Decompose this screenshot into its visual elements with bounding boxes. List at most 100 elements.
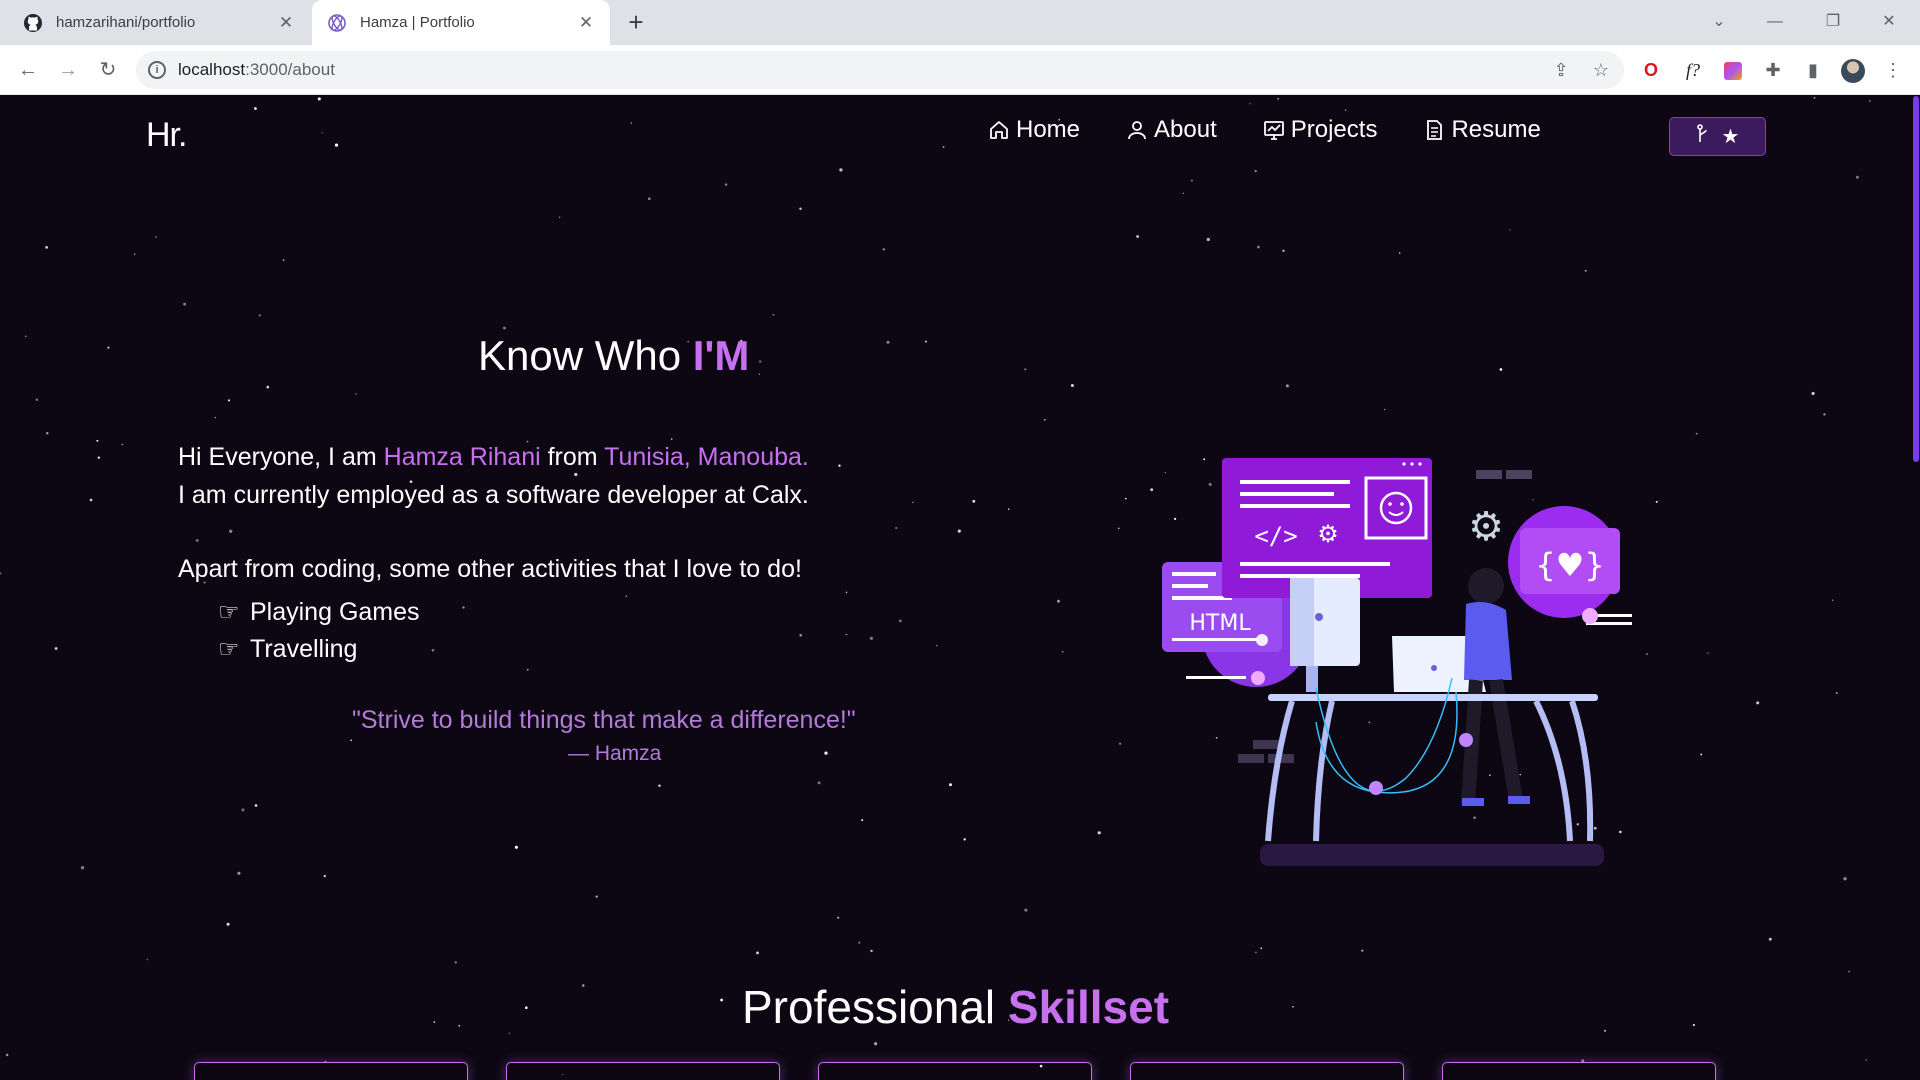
star-dot bbox=[1260, 947, 1263, 950]
author-location: Tunisia, Manouba. bbox=[604, 443, 809, 471]
star-dot bbox=[237, 871, 241, 875]
bookmark-star-icon[interactable]: ☆ bbox=[1588, 57, 1614, 83]
star-dot bbox=[462, 606, 465, 609]
tab-search-icon[interactable]: ⌄ bbox=[1696, 6, 1742, 38]
browser-tab-github[interactable]: hamzarihani/portfolio ✕ bbox=[8, 0, 310, 45]
star-dot bbox=[1007, 508, 1010, 510]
about-heading: Know Who I'M bbox=[478, 332, 749, 380]
github-fork-button[interactable]: ★ bbox=[1669, 117, 1766, 156]
nav-about[interactable]: About bbox=[1126, 116, 1217, 144]
skill-card[interactable] bbox=[818, 1062, 1092, 1080]
back-icon[interactable]: ← bbox=[12, 54, 44, 86]
close-tab-icon[interactable]: ✕ bbox=[576, 13, 596, 33]
job-line: I am currently employed as a software de… bbox=[178, 481, 809, 509]
nav-home-label: Home bbox=[1016, 116, 1081, 143]
star-dot bbox=[912, 501, 914, 504]
new-tab-button[interactable]: + bbox=[622, 9, 650, 37]
site-info-icon[interactable]: i bbox=[148, 61, 166, 79]
nav-projects-label: Projects bbox=[1290, 116, 1378, 143]
nav-home[interactable]: Home bbox=[988, 116, 1080, 144]
forward-icon[interactable]: → bbox=[52, 54, 84, 86]
main-navigation: Home About Projects Resume bbox=[988, 116, 1587, 144]
address-bar[interactable]: i localhost:3000/about bbox=[136, 51, 1624, 89]
star-dot bbox=[625, 595, 627, 597]
star-dot bbox=[1831, 599, 1834, 601]
star-dot bbox=[1695, 432, 1698, 435]
menu-kebab-icon[interactable]: ⋮ bbox=[1880, 57, 1906, 83]
side-panel-icon[interactable]: ▮ bbox=[1800, 57, 1826, 83]
star-dot bbox=[839, 168, 843, 172]
star-dot bbox=[935, 644, 938, 647]
html-label: HTML bbox=[1189, 611, 1251, 636]
site-logo[interactable]: Hr. bbox=[146, 116, 187, 155]
nav-projects[interactable]: Projects bbox=[1263, 116, 1378, 144]
hobby-label: Playing Games bbox=[250, 598, 420, 626]
font-extension-icon[interactable]: f? bbox=[1680, 57, 1706, 83]
star-dot bbox=[107, 346, 110, 349]
star-dot bbox=[1292, 1006, 1294, 1008]
desk-shadow bbox=[1260, 844, 1604, 866]
star-dot bbox=[837, 916, 840, 919]
star-dot bbox=[527, 668, 529, 671]
close-tab-icon[interactable]: ✕ bbox=[276, 13, 296, 33]
skill-card[interactable] bbox=[506, 1062, 780, 1080]
star-dot bbox=[882, 248, 885, 251]
star-dot bbox=[146, 958, 149, 961]
star-dot bbox=[924, 340, 928, 343]
star-dot bbox=[458, 1024, 461, 1027]
minimize-icon[interactable]: — bbox=[1752, 6, 1798, 38]
star-dot bbox=[1024, 368, 1027, 371]
decor-block bbox=[1253, 740, 1279, 749]
star-dot bbox=[454, 961, 457, 964]
star-dot bbox=[89, 498, 93, 502]
activities-intro: Apart from coding, some other activities… bbox=[178, 555, 802, 583]
star-dot bbox=[321, 132, 323, 134]
share-icon[interactable]: ⇪ bbox=[1548, 57, 1574, 83]
star-dot bbox=[1700, 753, 1703, 756]
skill-card[interactable] bbox=[1130, 1062, 1404, 1080]
git-fork-icon bbox=[1696, 123, 1710, 151]
quote-author: — Hamza bbox=[568, 742, 662, 765]
tab-title: Hamza | Portfolio bbox=[360, 14, 475, 31]
star-dot bbox=[1823, 413, 1826, 416]
close-window-icon[interactable]: ✕ bbox=[1866, 6, 1912, 38]
star-dot bbox=[254, 804, 258, 807]
extensions-puzzle-icon[interactable]: ✚ bbox=[1760, 57, 1786, 83]
browser-tab-portfolio[interactable]: Hamza | Portfolio ✕ bbox=[312, 0, 610, 45]
url-text: localhost:3000/about bbox=[178, 60, 335, 79]
star-dot bbox=[845, 633, 847, 636]
star-dot bbox=[647, 197, 651, 201]
reload-icon[interactable]: ↻ bbox=[92, 54, 124, 86]
page-scrollbar[interactable] bbox=[1912, 96, 1920, 1080]
star-dot bbox=[508, 1032, 511, 1034]
profile-avatar[interactable] bbox=[1840, 57, 1866, 84]
star-dot bbox=[1499, 368, 1503, 371]
star-dot bbox=[658, 784, 661, 787]
star-dot bbox=[1206, 237, 1210, 242]
list-item: ☞ Playing Games bbox=[218, 594, 420, 631]
skillset-heading-accent: Skillset bbox=[1007, 981, 1170, 1033]
star-dot bbox=[1249, 102, 1251, 105]
star-dot bbox=[1190, 179, 1193, 182]
star-dot bbox=[758, 373, 761, 375]
star-dot bbox=[886, 340, 890, 344]
skill-card[interactable] bbox=[1442, 1062, 1716, 1080]
scrollbar-thumb[interactable] bbox=[1913, 96, 1919, 462]
author-name: Hamza Rihani bbox=[383, 443, 541, 471]
star-dot bbox=[1383, 408, 1386, 411]
star-dot bbox=[949, 783, 952, 787]
star-dot bbox=[1848, 970, 1850, 973]
gradient-extension-icon[interactable] bbox=[1720, 57, 1746, 83]
skill-card[interactable] bbox=[194, 1062, 468, 1080]
star-dot bbox=[845, 591, 848, 593]
star-dot bbox=[1843, 877, 1847, 881]
projects-icon bbox=[1263, 121, 1284, 140]
star-dot bbox=[502, 326, 506, 330]
restore-icon[interactable]: ❐ bbox=[1810, 6, 1856, 38]
nav-resume[interactable]: Resume bbox=[1423, 116, 1541, 144]
star-dot bbox=[1811, 391, 1815, 396]
skillset-heading: Professional Skillset bbox=[742, 980, 1169, 1034]
opera-extension-icon[interactable]: O bbox=[1638, 57, 1664, 83]
star-dot bbox=[1509, 229, 1511, 231]
intro-text: Hi Everyone, I am bbox=[178, 443, 384, 471]
